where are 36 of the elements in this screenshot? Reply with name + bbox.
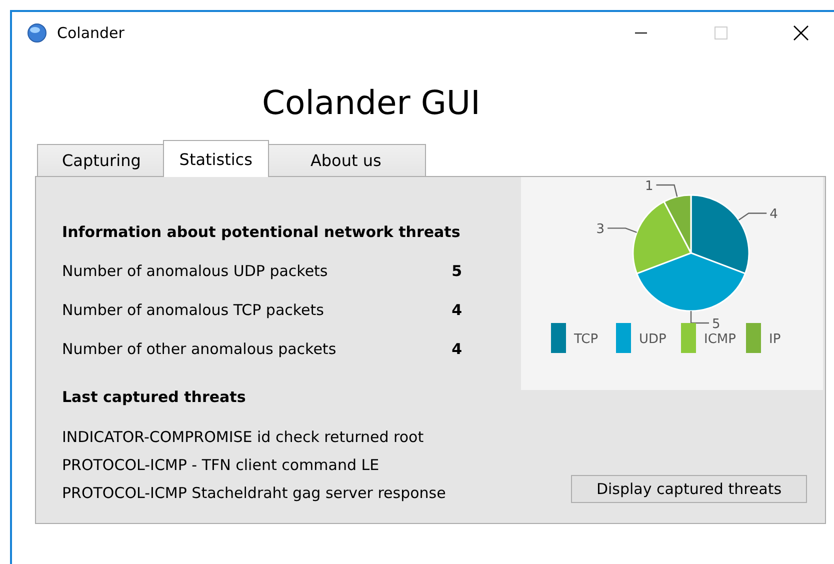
display-threats-button[interactable]: Display captured threats: [571, 475, 807, 503]
legend-label: IP: [769, 332, 781, 347]
leader-line: [608, 228, 637, 233]
stat-value: 5: [452, 262, 462, 280]
data-label: 3: [596, 222, 605, 238]
tab[interactable]: Capturing: [37, 144, 166, 177]
threat-item: INDICATOR-COMPROMISE id check returned root: [62, 428, 425, 446]
maximize-icon: [714, 26, 728, 40]
section-title: Last captured threats: [62, 388, 247, 406]
legend-label: UDP: [639, 332, 666, 347]
data-label: 4: [770, 207, 778, 222]
legend-swatch: [746, 323, 761, 353]
threat-item: PROTOCOL-ICMP - TFN client command LE: [62, 456, 380, 474]
stat-label: Number of anomalous TCP packets: [62, 301, 324, 319]
window-title: Colander: [57, 24, 126, 42]
stat-label: Number of anomalous UDP packets: [62, 262, 328, 280]
threat-item: PROTOCOL-ICMP Stacheldraht gag server response: [62, 484, 447, 502]
stat-label: Number of other anomalous packets: [62, 340, 336, 358]
legend-swatch: [616, 323, 631, 353]
legend-swatch: [681, 323, 696, 353]
stat-value: 4: [452, 340, 462, 358]
data-label: 1: [644, 179, 654, 194]
leader-line: [656, 184, 678, 197]
data-label: 5: [712, 317, 720, 332]
leader-line: [690, 311, 709, 324]
leader-line: [738, 212, 767, 221]
legend-label: TCP: [574, 332, 598, 347]
stat-value: 4: [452, 301, 462, 319]
legend-label: ICMP: [704, 332, 736, 347]
section-title: Information about potentional network threats: [62, 223, 462, 241]
tab[interactable]: Statistics: [162, 140, 269, 177]
minimize-icon: [634, 32, 648, 34]
app-heading: Colander GUI: [262, 83, 482, 124]
globe-icon: [27, 23, 47, 43]
legend-swatch: [551, 323, 566, 353]
close-icon: [793, 25, 809, 41]
